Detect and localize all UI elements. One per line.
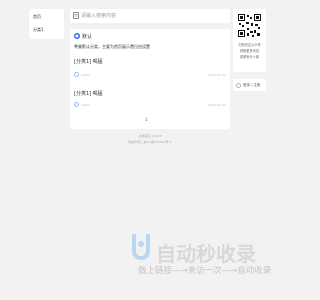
- post-author[interactable]: admin: [81, 103, 90, 107]
- user-icon: [236, 82, 241, 88]
- post-date: 2023-11-20: [208, 103, 226, 107]
- notice-text: 粤美默认分类，主要为首页展示置位由设置: [74, 44, 150, 49]
- post-title[interactable]: [分类1] 喝猛: [74, 90, 103, 97]
- search-input[interactable]: [81, 11, 221, 21]
- qr-caption: 获取更多内容: [239, 49, 260, 53]
- nav-item-category1[interactable]: 分类1: [33, 27, 44, 33]
- login-card[interactable]: 登录 / 注册: [233, 79, 266, 91]
- avatar: [74, 102, 79, 107]
- qr-caption: 看看有什么新: [239, 55, 260, 59]
- qr-caption: 扫码关注公众号: [238, 43, 261, 47]
- watermark-logo-icon: [132, 234, 150, 261]
- footer-line2: 网站声明 | 某ICP备000000号-1: [128, 140, 172, 144]
- notice-badge: 默认: [82, 34, 93, 40]
- pin-icon: ●: [74, 33, 80, 39]
- nav-item-home[interactable]: 首页: [33, 14, 41, 20]
- qr-code-icon: [237, 13, 262, 38]
- search-bar: [70, 9, 230, 23]
- pagination-current[interactable]: 1: [145, 117, 148, 122]
- footer-line1: 系统首页 | 2023: [138, 134, 162, 138]
- post-title[interactable]: [分类1] 喝猛: [74, 58, 103, 65]
- qr-card: 扫码关注公众号 获取更多内容 看看有什么新: [233, 9, 266, 72]
- left-nav: 首页 分类1: [29, 9, 64, 39]
- login-link[interactable]: 登录 / 注册: [243, 83, 260, 88]
- document-icon: [73, 12, 79, 19]
- watermark-subtitle: 做上链接—→来访一次—→自动收录: [138, 266, 272, 276]
- post-author[interactable]: admin: [81, 73, 90, 77]
- avatar: [74, 72, 79, 77]
- post-feed: ● 默认 粤美默认分类，主要为首页展示置位由设置 [分类1] 喝猛 admin …: [70, 29, 230, 129]
- post-date: 2023-11-20: [208, 73, 226, 77]
- watermark-title: 自动秒收录: [156, 242, 256, 266]
